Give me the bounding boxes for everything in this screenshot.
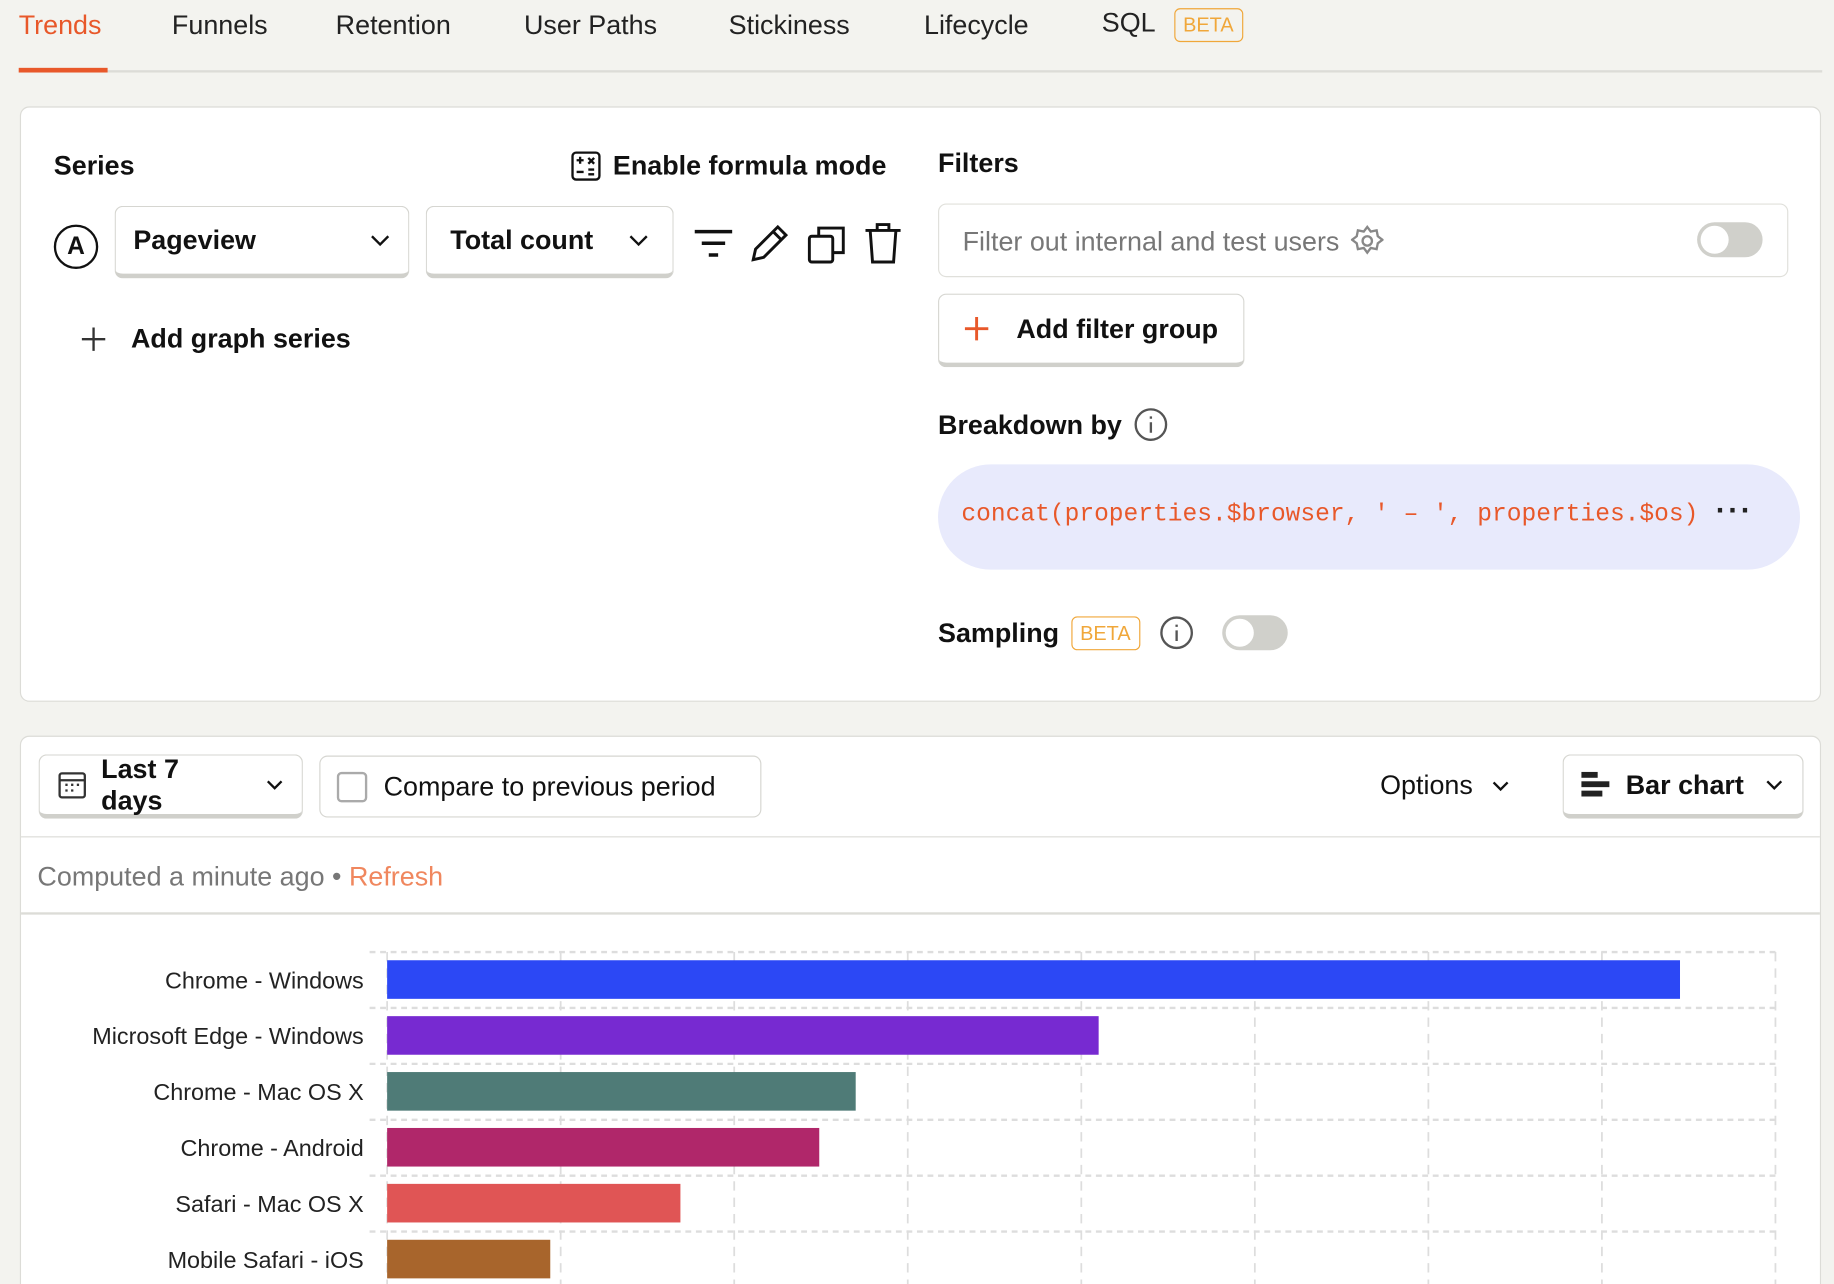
info-icon[interactable] <box>1159 615 1194 650</box>
bar <box>387 1239 551 1279</box>
insight-tabs: Trends Funnels Retention User Paths Stic… <box>18 0 1823 73</box>
formula-label: Enable formula mode <box>612 149 887 181</box>
category-label: Chrome - Mac OS X <box>153 1079 364 1105</box>
compare-label: Compare to previous period <box>383 770 716 802</box>
sampling-title: Sampling <box>938 616 1060 648</box>
chevron-down-icon <box>1493 781 1509 791</box>
query-editor-panel: Series Enable formula mode A Pageview To… <box>19 106 1822 702</box>
duplicate-icon[interactable] <box>807 225 847 265</box>
options-label: Options <box>1380 769 1473 801</box>
sampling-row: Sampling BETA <box>938 615 1288 651</box>
beta-badge: BETA <box>1173 8 1243 43</box>
event-value: Pageview <box>133 224 256 255</box>
tab-funnels[interactable]: Funnels <box>172 9 268 41</box>
bar <box>387 1183 681 1223</box>
series-heading: Series <box>53 149 135 181</box>
chevron-down-icon <box>629 234 648 246</box>
options-dropdown[interactable]: Options <box>1380 770 1510 802</box>
internal-users-label: Filter out internal and test users <box>962 224 1384 258</box>
plus-icon <box>81 326 106 351</box>
formula-icon <box>571 150 601 181</box>
filter-icon[interactable] <box>692 227 734 264</box>
add-filter-group-label: Add filter group <box>1016 312 1219 344</box>
category-label: Microsoft Edge - Windows <box>92 1023 364 1049</box>
internal-users-filter: Filter out internal and test users <box>938 203 1789 278</box>
category-label: Mobile Safari - iOS <box>168 1247 364 1273</box>
enable-formula-mode-button[interactable]: Enable formula mode <box>571 149 887 182</box>
results-panel: Last 7 days Compare to previous period O… <box>19 735 1822 1284</box>
series-letter-badge: A <box>53 224 99 270</box>
sampling-toggle[interactable] <box>1221 615 1288 651</box>
breakdown-expression: concat(properties.$browser, ' – ', prope… <box>961 501 1699 529</box>
bar-chart-icon <box>1581 771 1610 797</box>
gear-icon[interactable] <box>1351 224 1384 258</box>
computed-text: Computed a minute ago <box>37 860 325 892</box>
compare-previous-period[interactable]: Compare to previous period <box>319 755 762 818</box>
chart-type-value: Bar chart <box>1625 769 1744 800</box>
category-label: Chrome - Android <box>181 1135 364 1161</box>
plus-icon <box>964 316 989 341</box>
edit-pencil-icon[interactable] <box>749 222 791 264</box>
breakdown-pill[interactable]: concat(properties.$browser, ' – ', prope… <box>938 464 1801 570</box>
chevron-down-icon <box>371 234 390 246</box>
add-graph-series-button[interactable]: Add graph series <box>80 323 351 355</box>
aggregation-value: Total count <box>450 224 594 255</box>
tab-trends[interactable]: Trends <box>19 9 102 41</box>
computed-status: Computed a minute ago • Refresh <box>21 836 1820 915</box>
chevron-down-icon <box>267 780 283 790</box>
tab-stickiness[interactable]: Stickiness <box>729 9 850 41</box>
refresh-link[interactable]: Refresh <box>349 861 443 891</box>
add-series-label: Add graph series <box>130 322 351 354</box>
filters-heading: Filters <box>938 147 1019 178</box>
date-range-value: Last 7 days <box>101 753 179 816</box>
separator: • <box>332 860 342 892</box>
bar <box>387 1016 1099 1055</box>
calendar-icon <box>58 772 86 799</box>
beta-badge: BETA <box>1070 615 1140 650</box>
bar <box>387 1072 856 1111</box>
chart-type-select[interactable]: Bar chart <box>1562 754 1804 819</box>
breakdown-title: Breakdown by <box>938 408 1122 440</box>
tab-retention[interactable]: Retention <box>336 9 451 41</box>
aggregation-select[interactable]: Total count <box>425 205 674 279</box>
internal-users-toggle[interactable] <box>1697 222 1763 258</box>
more-options-icon[interactable]: ··· <box>1716 492 1753 528</box>
info-icon[interactable] <box>1134 407 1169 442</box>
breakdown-heading: Breakdown by <box>938 407 1169 442</box>
active-tab-indicator <box>18 67 108 73</box>
bar-chart: Chrome - Windows Microsoft Edge - Windows… <box>92 950 1777 1284</box>
bar <box>387 1127 820 1167</box>
event-select[interactable]: Pageview <box>114 205 410 279</box>
date-range-select[interactable]: Last 7 days <box>38 753 303 819</box>
tab-lifecycle[interactable]: Lifecycle <box>924 9 1029 41</box>
internal-users-text: Filter out internal and test users <box>962 225 1340 256</box>
category-label: Chrome - Windows <box>165 967 364 993</box>
bar <box>387 960 1681 999</box>
tab-sql[interactable]: SQL BETA <box>1101 7 1243 43</box>
add-filter-group-button[interactable]: Add filter group <box>938 293 1245 368</box>
category-label: Safari - Mac OS X <box>175 1191 364 1217</box>
compare-checkbox[interactable] <box>336 771 368 802</box>
tab-user-paths[interactable]: User Paths <box>524 9 657 41</box>
tab-label: SQL <box>1101 7 1155 38</box>
chevron-down-icon <box>1766 780 1783 790</box>
delete-trash-icon[interactable] <box>863 222 903 264</box>
